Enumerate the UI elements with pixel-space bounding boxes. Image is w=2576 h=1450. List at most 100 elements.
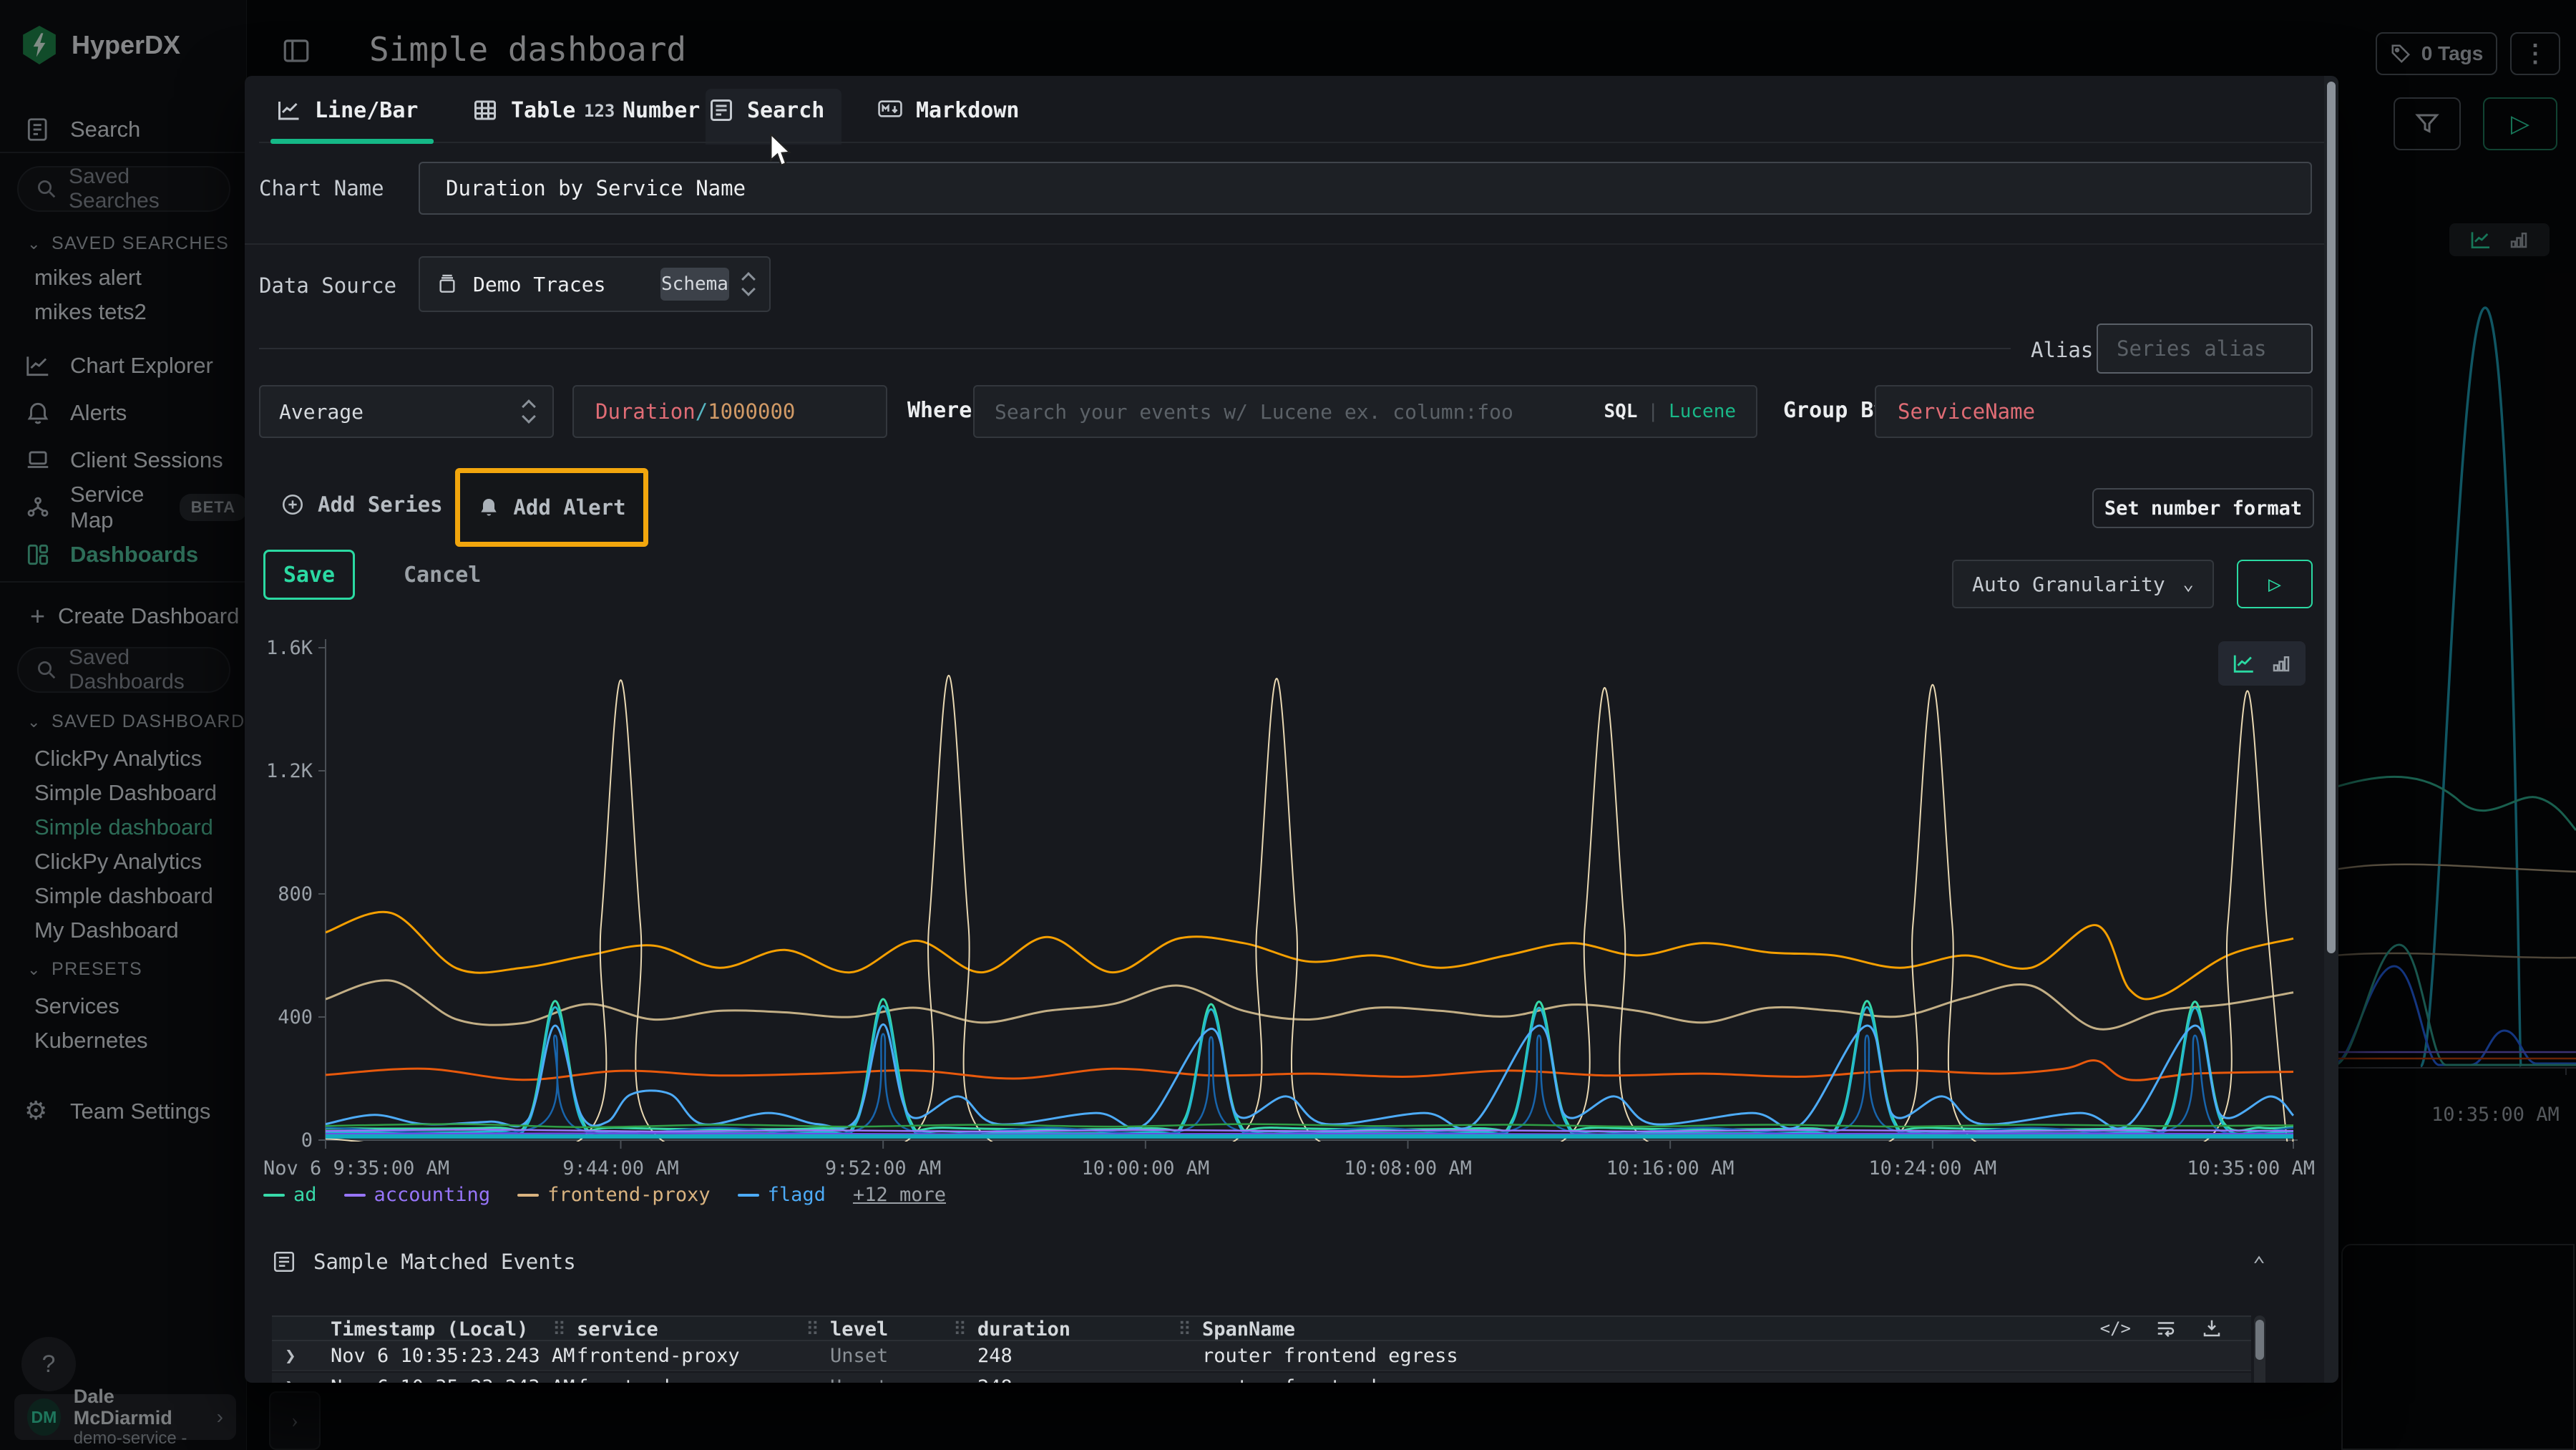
cell-timestamp-local-: Nov 6 10:35:23.243 AM [331,1345,575,1367]
legend-item-flagd[interactable]: flagd [738,1184,826,1206]
legend-swatch [738,1194,759,1197]
modal-scrollbar[interactable] [2324,76,2338,1383]
tab-number[interactable]: 123Number [584,93,700,127]
svg-text:1.6K: 1.6K [266,637,313,659]
series-checkout [326,1034,2293,1134]
tab-table[interactable]: Table [472,93,575,127]
cell-duration: 248 [977,1376,1013,1383]
tab-search[interactable]: Search [708,93,824,127]
data-source-select[interactable]: Demo Traces Schema [419,256,771,312]
sample-events-title: Sample Matched Events [313,1250,576,1274]
schema-badge: Schema [660,268,729,301]
123-icon: 123 [584,97,610,123]
table-toolbar: </> [2100,1317,2223,1340]
add-alert-button-highlighted[interactable]: Add Alert [455,468,648,547]
timeseries-chart[interactable]: 04008001.2K1.6KNov 6 9:35:00 AM9:44:00 A… [258,628,2318,1201]
markdown-icon [877,97,903,123]
field-expression-input[interactable]: Duration/1000000 [572,385,887,438]
table-row[interactable]: ❯Nov 6 10:35:23.243 AMfrontend-proxyUnse… [272,1373,2251,1383]
circle-plus-icon [280,492,305,517]
svg-text:0: 0 [301,1129,313,1152]
svg-text:1.2K: 1.2K [266,760,313,782]
table-icon [472,97,498,123]
sql-toggle[interactable]: SQL [1604,401,1637,422]
series-quote [326,1061,2293,1081]
selector-chevrons-icon [743,274,753,294]
aggregation-select[interactable]: Average [259,385,554,438]
edit-chart-modal: Line/Bar Table 123Number Search Markdown… [245,76,2338,1383]
drag-handle-icon[interactable]: ⠿ [1178,1319,1191,1340]
where-search-input[interactable]: Search your events w/ Lucene ex. column:… [973,385,1757,438]
modal-scrollbar-thumb[interactable] [2327,82,2336,953]
cell-service: frontend-proxy [577,1345,740,1367]
expand-row-chevron[interactable]: ❯ [285,1377,296,1383]
active-tab-underline [270,139,434,144]
cell-spanname: router frontend egress [1202,1376,1458,1383]
lucene-toggle[interactable]: Lucene [1669,401,1736,422]
svg-text:Nov 6 9:35:00 AM: Nov 6 9:35:00 AM [263,1157,449,1179]
legend-item-frontend-proxy[interactable]: frontend-proxy [517,1184,711,1206]
bell-icon [477,496,500,519]
legend-swatch [263,1194,285,1197]
tab-markdown[interactable]: Markdown [877,93,1020,127]
legend-swatch [517,1194,539,1197]
granularity-select[interactable]: Auto Granularity ⌄ [1952,560,2214,608]
svg-text:10:35:00 AM: 10:35:00 AM [2187,1157,2315,1179]
tab-line-bar[interactable]: Line/Bar [276,93,419,127]
series-cart [326,1124,2293,1127]
data-source-label: Data Source [259,273,396,298]
legend-more-link[interactable]: +12 more [853,1184,946,1206]
table-row[interactable]: ❯ Nov 6 10:35:23.243 AMfrontend-proxy Unse… [272,1341,2251,1371]
column-header-level[interactable]: level [830,1318,888,1340]
sample-events-header: Sample Matched Events [272,1250,576,1274]
set-number-format-button[interactable]: Set number format [2092,488,2314,528]
drag-handle-icon[interactable]: ⠿ [552,1319,566,1340]
chart-legend: ad accounting frontend-proxy flagd +12 mo… [263,1184,946,1206]
column-header-timestamp-local-[interactable]: Timestamp (Local) [331,1318,528,1340]
cell-level: Unset [830,1345,888,1367]
svg-text:10:24:00 AM: 10:24:00 AM [1868,1157,1996,1179]
svg-text:9:52:00 AM: 9:52:00 AM [825,1157,942,1179]
svg-text:9:44:00 AM: 9:44:00 AM [562,1157,679,1179]
run-chart-button[interactable]: ▷ [2237,560,2313,608]
mouse-cursor [764,132,796,170]
svg-text:10:00:00 AM: 10:00:00 AM [1081,1157,1209,1179]
download-icon[interactable] [2201,1318,2223,1339]
table-scrollbar-thumb[interactable] [2255,1320,2264,1360]
column-header-duration[interactable]: duration [977,1318,1070,1340]
series-frontend-proxy [326,912,2293,999]
svg-text:10:08:00 AM: 10:08:00 AM [1344,1157,1472,1179]
wrap-text-icon[interactable] [2155,1318,2177,1339]
group-by-label: Group By [1783,398,1887,423]
series-loadgenerator [326,981,2293,1030]
drag-handle-icon[interactable]: ⠿ [953,1319,967,1340]
alias-input[interactable]: Series alias [2097,323,2313,374]
expand-row-chevron[interactable]: ❯ [285,1346,296,1367]
column-header-spanname[interactable]: SpanName [1202,1318,1295,1340]
legend-item-accounting[interactable]: accounting [344,1184,491,1206]
svg-text:800: 800 [278,883,313,905]
drag-handle-icon[interactable]: ⠿ [806,1319,819,1340]
list-icon [272,1250,296,1274]
add-series-button[interactable]: Add Series [280,492,443,517]
code-icon[interactable]: </> [2100,1318,2131,1338]
where-label: Where [907,398,972,423]
save-button[interactable]: Save [263,550,355,600]
cell-service: frontend-proxy [577,1376,740,1383]
chevron-down-icon: ⌄ [2182,573,2194,595]
legend-swatch [344,1194,366,1197]
cell-level: Unset [830,1376,888,1383]
group-by-input[interactable]: ServiceName [1875,385,2313,438]
column-header-service[interactable]: service [577,1318,658,1340]
chart-name-input[interactable]: Duration by Service Name [419,162,2312,215]
chart-name-label: Chart Name [259,176,384,200]
line-chart-icon [276,97,302,123]
table-scrollbar[interactable] [2254,1315,2265,1383]
collapse-section-chevron[interactable]: ⌃ [2253,1252,2265,1278]
alias-label: Alias [2031,338,2093,362]
series-flagd [326,1024,2293,1129]
table-header-row: Timestamp (Local) ⠿ service ⠿ level ⠿ duration… [272,1315,2251,1341]
archive-box-icon [436,273,459,296]
cancel-button[interactable]: Cancel [404,563,481,588]
legend-item-ad[interactable]: ad [263,1184,317,1206]
